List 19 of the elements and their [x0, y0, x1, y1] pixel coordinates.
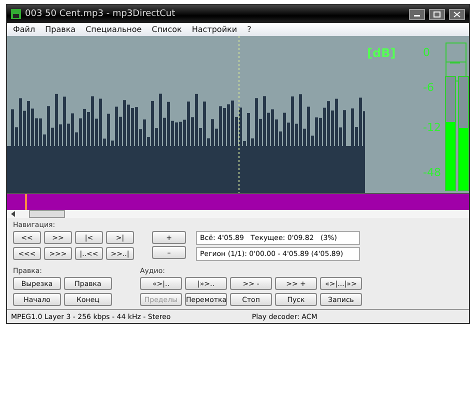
scroll-left-icon[interactable]: [11, 211, 15, 217]
db-label: -48: [423, 166, 441, 179]
db-label: 0: [423, 46, 430, 59]
unit-label: [dB]: [367, 46, 396, 60]
scrollbar-thumb[interactable]: [29, 210, 65, 218]
menu-item[interactable]: ?: [247, 25, 252, 34]
menu-item[interactable]: Специальное: [86, 25, 142, 34]
minimize-button[interactable]: [409, 8, 425, 20]
maximize-button[interactable]: [429, 8, 445, 20]
menu-item[interactable]: Список: [152, 25, 182, 34]
db-label: -6: [423, 81, 434, 94]
window-title: 003 50 Cent.mp3 - mp3DirectCut: [25, 9, 176, 19]
app-icon: [11, 9, 21, 19]
menu-item[interactable]: Правка: [45, 25, 76, 34]
menu-item[interactable]: Настройки: [192, 25, 238, 34]
close-button[interactable]: [449, 8, 465, 20]
position-marker-icon: [25, 194, 27, 210]
db-label: -12: [423, 121, 441, 134]
menu-item[interactable]: Файл: [13, 25, 36, 34]
